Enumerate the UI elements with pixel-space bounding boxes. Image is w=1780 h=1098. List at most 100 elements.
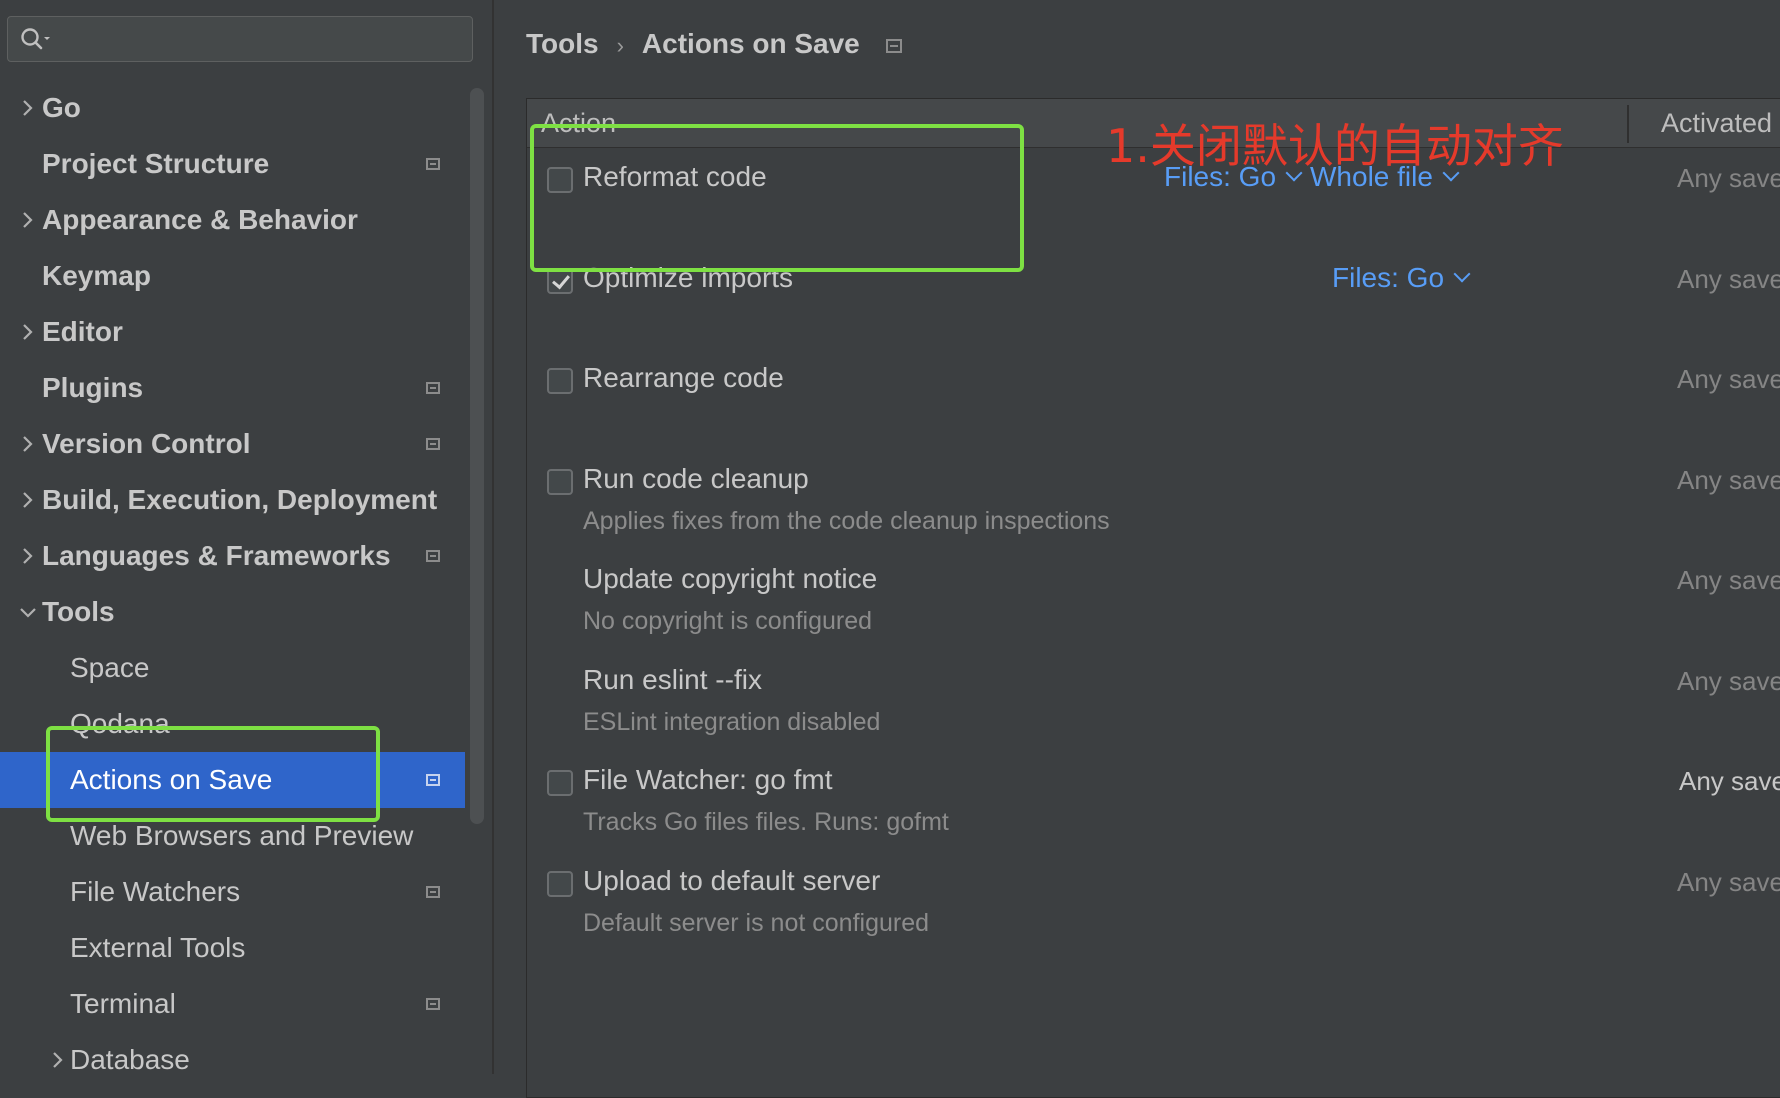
chevron-down-icon — [1453, 265, 1471, 282]
sidebar-item-label: Keymap — [42, 260, 151, 291]
search-icon[interactable] — [20, 27, 54, 51]
sidebar-item-plugins[interactable]: Plugins — [0, 360, 465, 416]
settings-sidebar: Go Project Structure Appearance & Behavior… — [0, 0, 490, 1075]
action-title[interactable]: Run code cleanup — [583, 463, 809, 495]
action-checkbox[interactable] — [547, 468, 573, 495]
sidebar-item-label: Appearance & Behavior — [42, 204, 358, 235]
dropdown-value: Files: Go — [1332, 261, 1445, 293]
project-level-icon — [426, 550, 440, 562]
sidebar-item-label: Project Structure — [42, 148, 270, 179]
annotation-text: 1.关闭默认的自动对齐 — [1106, 119, 1564, 173]
highlight-actions-on-save — [46, 726, 380, 822]
column-header-activated-on[interactable]: Activated On — [1661, 99, 1780, 147]
activated-on-value: Any save — [1677, 565, 1780, 596]
breadcrumb: Tools › Actions on Save — [526, 22, 902, 66]
action-description: Applies fixes from the code cleanup insp… — [583, 506, 1110, 535]
action-row-upload-to-default-server: Upload to default server Default server i… — [527, 847, 1780, 961]
sidebar-item-editor[interactable]: Editor — [0, 304, 465, 360]
sidebar-item-keymap[interactable]: Keymap — [0, 248, 465, 304]
action-checkbox[interactable] — [547, 368, 573, 394]
breadcrumb-separator: › — [616, 33, 624, 58]
sidebar-scrollbar[interactable] — [470, 88, 484, 824]
sidebar-item-label: Space — [70, 652, 150, 683]
action-title[interactable]: File Watcher: go fmt — [583, 764, 832, 796]
chevron-right-icon[interactable] — [16, 192, 40, 248]
activated-on-value: Any save — [1677, 666, 1780, 697]
sidebar-item-database[interactable]: Database — [0, 1032, 465, 1088]
action-row-run-eslint-fix: Run eslint --fix ESLint integration disab… — [527, 646, 1780, 760]
activated-on-value: Any save — [1677, 867, 1780, 898]
sidebar-item-file-watchers[interactable]: File Watchers — [0, 864, 465, 920]
action-title[interactable]: Upload to default server — [583, 865, 880, 897]
sidebar-item-space[interactable]: Space — [0, 640, 465, 696]
action-title: Run eslint --fix — [583, 663, 762, 695]
chevron-right-icon[interactable] — [16, 528, 40, 584]
sidebar-item-label: External Tools — [70, 932, 246, 963]
chevron-right-icon[interactable] — [46, 1032, 70, 1088]
chevron-right-icon[interactable] — [16, 416, 40, 472]
activated-on-label: Any save — [1677, 464, 1780, 495]
settings-tree: Go Project Structure Appearance & Behavior… — [0, 80, 465, 1088]
sidebar-item-project-structure[interactable]: Project Structure — [0, 136, 465, 192]
action-title: Update copyright notice — [583, 563, 878, 594]
action-title[interactable]: Rearrange code — [583, 362, 784, 394]
activated-on-value: Any save — [1677, 364, 1780, 395]
sidebar-item-languages-frameworks[interactable]: Languages & Frameworks — [0, 528, 465, 584]
activated-on-value: Any save — [1677, 163, 1780, 194]
sidebar-item-label: Version Control — [42, 428, 251, 459]
chevron-down-icon[interactable] — [16, 584, 40, 640]
activated-on-value[interactable]: Any save — [1679, 766, 1780, 797]
sidebar-item-label: Tools — [42, 596, 115, 627]
sidebar-item-label: Languages & Frameworks — [42, 540, 391, 571]
action-description: Default server is not configured — [583, 908, 930, 937]
activated-on-label: Any save — [1677, 364, 1780, 394]
project-level-icon — [426, 438, 440, 450]
sidebar-item-label: Go — [42, 92, 81, 123]
action-row-run-code-cleanup: Run code cleanup Applies fixes from the c… — [527, 445, 1780, 559]
sidebar-item-label: Terminal — [70, 988, 176, 1019]
breadcrumb-current: Actions on Save — [641, 28, 860, 59]
sidebar-item-version-control[interactable]: Version Control — [0, 416, 465, 472]
project-level-icon — [426, 158, 440, 170]
sidebar-item-label: Build, Execution, Deployment — [42, 484, 438, 515]
action-description: ESLint integration disabled — [583, 707, 881, 736]
sidebar-item-label: File Watchers — [70, 876, 241, 907]
sidebar-item-terminal[interactable]: Terminal — [0, 976, 465, 1032]
action-row-file-watcher-go-fmt: File Watcher: go fmt Tracks Go files file… — [527, 746, 1780, 860]
sidebar-item-tools[interactable]: Tools — [0, 584, 465, 640]
sidebar-item-label: Editor — [42, 316, 123, 347]
project-level-icon — [426, 382, 440, 394]
activated-on-label: Any save — [1679, 766, 1780, 796]
project-level-icon — [426, 998, 440, 1010]
activated-on-label: Any save — [1677, 565, 1780, 595]
activated-on-label: Any save — [1677, 665, 1780, 696]
breadcrumb-parent[interactable]: Tools — [526, 28, 599, 59]
sidebar-item-external-tools[interactable]: External Tools — [0, 920, 465, 976]
action-row-rearrange-code: Rearrange code Any save — [527, 344, 1780, 458]
chevron-right-icon[interactable] — [16, 472, 40, 528]
activated-on-value: Any save — [1677, 465, 1780, 496]
column-separator[interactable] — [1627, 105, 1629, 143]
action-description: Tracks Go files files. Runs: gofmt — [583, 808, 949, 836]
activated-on-label: Any save — [1677, 263, 1780, 294]
action-description: No copyright is configured — [583, 607, 873, 635]
option-dropdown[interactable]: Files: Go — [1332, 261, 1471, 294]
action-checkbox[interactable] — [547, 770, 573, 796]
sidebar-item-label: Database — [70, 1044, 190, 1075]
action-row-update-copyright-notice: Update copyright notice No copyright is c… — [527, 545, 1780, 659]
chevron-right-icon[interactable] — [16, 304, 40, 360]
project-level-icon — [426, 886, 440, 898]
sidebar-item-build-execution-deployment[interactable]: Build, Execution, Deployment — [0, 472, 465, 528]
settings-search-input[interactable] — [7, 16, 473, 62]
action-checkbox[interactable] — [547, 870, 573, 897]
activated-on-label: Any save — [1677, 163, 1780, 193]
sidebar-item-label: Plugins — [42, 372, 144, 403]
activated-on-label: Any save — [1677, 866, 1780, 897]
project-level-icon — [426, 774, 440, 786]
activated-on-value: Any save — [1677, 264, 1780, 295]
highlight-reformat-code — [530, 124, 1024, 272]
sidebar-item-go[interactable]: Go — [0, 80, 465, 136]
sidebar-item-appearance-behavior[interactable]: Appearance & Behavior — [0, 192, 465, 248]
project-level-icon — [885, 38, 902, 53]
chevron-right-icon[interactable] — [16, 80, 40, 136]
